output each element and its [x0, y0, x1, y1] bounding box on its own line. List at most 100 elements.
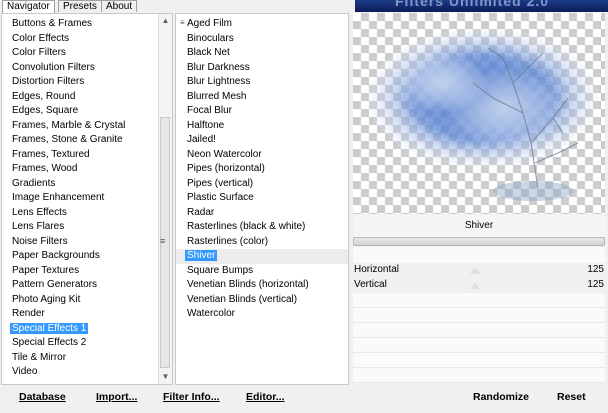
filter-item[interactable]: Radar	[176, 206, 348, 221]
param-label: Horizontal	[354, 264, 400, 275]
filter-item[interactable]: Black Net	[176, 46, 348, 61]
filter-label: Binoculars	[187, 32, 234, 44]
tab-about[interactable]: About	[101, 0, 138, 12]
category-item[interactable]: Lens Flares	[2, 220, 125, 235]
filter-item[interactable]: Blur Lightness	[176, 75, 348, 90]
category-item[interactable]: Distortion Filters	[2, 75, 125, 90]
category-item[interactable]: Gradients	[2, 177, 125, 192]
tab-navigator[interactable]: Navigator	[2, 0, 55, 13]
reset-button[interactable]: Reset	[557, 391, 586, 403]
category-label: Color Effects	[12, 32, 70, 44]
filter-item[interactable]: Venetian Blinds (vertical)	[176, 293, 348, 308]
filter-item[interactable]: Watercolor	[176, 307, 348, 322]
filter-item[interactable]: Blurred Mesh	[176, 90, 348, 105]
category-item[interactable]: Edges, Square	[2, 104, 125, 119]
database-button[interactable]: Database	[19, 391, 66, 403]
filter-item[interactable]: Pipes (horizontal)	[176, 162, 348, 177]
filter-label: Radar	[187, 206, 215, 218]
category-item[interactable]: Frames, Wood	[2, 162, 125, 177]
category-item[interactable]: Paper Backgrounds	[2, 249, 125, 264]
banner-title: Filters Unlimited 2.0	[395, 0, 550, 9]
category-label: Edges, Round	[12, 90, 76, 102]
filter-item[interactable]: Shiver	[176, 249, 348, 264]
editor-button[interactable]: Editor...	[246, 391, 285, 403]
category-label: Paper Backgrounds	[12, 250, 100, 261]
category-label: Frames, Textured	[12, 148, 90, 160]
category-item[interactable]: Color Effects	[2, 32, 125, 47]
filter-item[interactable]: Rasterlines (color)	[176, 235, 348, 250]
grip-icon: ≡	[160, 236, 166, 246]
tab-bar: Navigator Presets About Filters Unlimite…	[0, 0, 608, 13]
category-item[interactable]: Noise Filters	[2, 235, 125, 250]
param-label: Vertical	[354, 279, 387, 290]
filter-item[interactable]: Neon Watercolor	[176, 148, 348, 163]
category-label: Convolution Filters	[12, 61, 95, 73]
slider-marker-icon[interactable]	[470, 267, 480, 274]
filter-label: Rasterlines (color)	[187, 235, 269, 247]
category-scrollbar[interactable]: ▲ ≡ ▼	[158, 14, 172, 384]
filter-label: Watercolor	[187, 308, 235, 319]
category-item[interactable]: Image Enhancement	[2, 191, 125, 206]
import-button[interactable]: Import...	[96, 391, 137, 403]
scroll-up-icon[interactable]: ▲	[161, 17, 170, 25]
filter-item[interactable]: Binoculars	[176, 32, 348, 47]
filter-item[interactable]: Rasterlines (black & white)	[176, 220, 348, 235]
category-label: Distortion Filters	[12, 76, 85, 87]
category-label: Noise Filters	[12, 235, 68, 247]
empty-param-row	[353, 308, 605, 323]
title-banner: Filters Unlimited 2.0	[355, 0, 608, 12]
category-label: Edges, Square	[12, 105, 79, 116]
category-label: Paper Textures	[12, 264, 80, 276]
filter-item[interactable]: Venetian Blinds (horizontal)	[176, 278, 348, 293]
category-item[interactable]: Convolution Filters	[2, 61, 125, 76]
category-item[interactable]: Buttons & Frames	[2, 17, 125, 32]
progress-bar	[353, 237, 605, 246]
category-item[interactable]: Pattern Generators	[2, 278, 125, 293]
filter-label: Jailed!	[187, 134, 216, 145]
category-label: Pattern Generators	[12, 279, 98, 290]
tab-presets[interactable]: Presets	[58, 0, 102, 12]
bottom-toolbar: Database Import... Filter Info... Editor…	[0, 385, 608, 413]
filter-label: Black Net	[187, 47, 230, 58]
filter-item[interactable]: Pipes (vertical)	[176, 177, 348, 192]
category-item[interactable]: Tile & Mirror	[2, 351, 125, 366]
category-item[interactable]: Frames, Textured	[2, 148, 125, 163]
category-item[interactable]: Frames, Marble & Crystal	[2, 119, 125, 134]
category-item[interactable]: Special Effects 2	[2, 336, 125, 351]
filter-item[interactable]: Focal Blur	[176, 104, 348, 119]
scroll-down-icon[interactable]: ▼	[161, 373, 170, 381]
preview-image	[353, 13, 605, 214]
category-item[interactable]: Edges, Round	[2, 90, 125, 105]
filter-label: Plastic Surface	[187, 192, 254, 203]
category-label: Gradients	[12, 177, 56, 189]
filter-label: Venetian Blinds (horizontal)	[187, 279, 309, 290]
category-item[interactable]: Paper Textures	[2, 264, 125, 279]
param-row-vertical[interactable]: Vertical 125	[353, 278, 605, 292]
slider-marker-icon[interactable]	[470, 282, 480, 289]
category-label: Image Enhancement	[12, 192, 105, 203]
category-item[interactable]: Color Filters	[2, 46, 125, 61]
category-item[interactable]: Video	[2, 365, 125, 380]
category-item[interactable]: Lens Effects	[2, 206, 125, 221]
category-label: Buttons & Frames	[12, 18, 93, 29]
filter-item[interactable]: Blur Darkness	[176, 61, 348, 76]
param-value[interactable]: 125	[587, 263, 604, 277]
category-item[interactable]: Special Effects 1	[2, 322, 125, 337]
filter-item[interactable]: Halftone	[176, 119, 348, 134]
randomize-button[interactable]: Randomize	[473, 391, 529, 403]
category-label: Video	[12, 366, 38, 377]
category-item[interactable]: Render	[2, 307, 125, 322]
param-row-horizontal[interactable]: Horizontal 125	[353, 263, 605, 277]
filter-item[interactable]: Aged Film	[176, 17, 348, 32]
param-value[interactable]: 125	[587, 278, 604, 292]
filter-item[interactable]: Jailed!	[176, 133, 348, 148]
filter-label: Pipes (horizontal)	[187, 163, 265, 174]
category-label: Lens Effects	[12, 206, 67, 218]
filter-label: Halftone	[187, 119, 225, 131]
filter-label: Venetian Blinds (vertical)	[187, 293, 298, 305]
category-item[interactable]: Frames, Stone & Granite	[2, 133, 125, 148]
filter-item[interactable]: Plastic Surface	[176, 191, 348, 206]
category-item[interactable]: Photo Aging Kit	[2, 293, 125, 308]
filter-info-button[interactable]: Filter Info...	[163, 391, 220, 403]
filter-item[interactable]: Square Bumps	[176, 264, 348, 279]
